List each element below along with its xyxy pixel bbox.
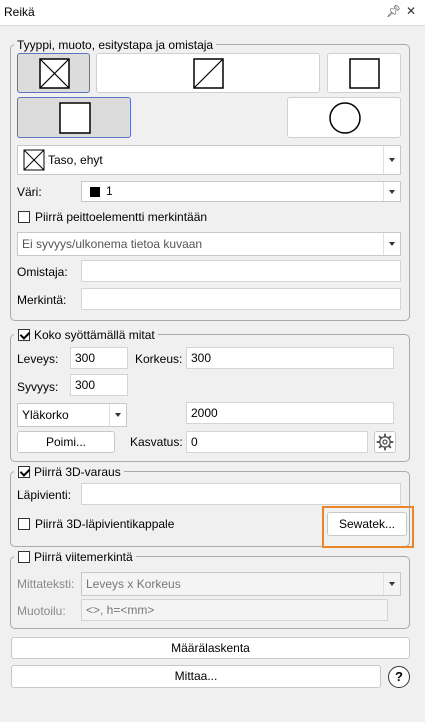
size-group-checkbox[interactable] [18,329,30,341]
depth-select[interactable]: Ei syvyys/ulkonema tietoa kuvaan [17,232,401,256]
penetration-input[interactable] [81,483,401,505]
reservation-group-checkbox[interactable] [18,466,30,478]
style-select[interactable]: Taso, ehyt [17,145,401,175]
measure-button[interactable]: Mittaa... [11,665,381,688]
dim-text-label: Mittateksti: [17,577,75,591]
chevron-down-icon[interactable] [383,182,400,201]
chevron-down-icon[interactable] [383,573,400,595]
shape-rect-cross-button[interactable] [17,53,90,93]
depth-select-value: Ei syvyys/ulkonema tietoa kuvaan [22,237,203,251]
help-button[interactable]: ? [388,666,410,688]
shape-circle-button[interactable] [287,97,401,138]
height-label: Korkeus: [135,352,183,366]
level-select-value: Yläkorko [22,408,69,422]
color-value: 1 [106,184,113,198]
dimension-group-legend: Piirrä viitemerkintä [14,550,136,564]
chevron-down-icon[interactable] [109,404,126,426]
circle-icon [329,102,361,134]
help-icon: ? [395,669,403,684]
shape-square-button[interactable] [17,97,131,138]
title-bar: Reikä 📌︎ ✕ [0,0,425,26]
marking-input[interactable] [81,288,401,310]
settings-button[interactable] [374,431,396,453]
draw-cover-checkbox[interactable] [18,211,30,223]
dim-text-value: Leveys x Korkeus [86,577,181,591]
dimension-group-checkbox[interactable] [18,551,30,563]
owner-input[interactable] [81,260,401,282]
window-title: Reikä [4,5,35,19]
close-icon[interactable]: ✕ [406,4,416,18]
rect-diagonal-icon [193,58,224,89]
pick-button[interactable]: Poimi... [17,431,115,453]
format-input[interactable]: <>, h=<mm> [81,599,388,621]
shape-rect-diagonal-button[interactable] [96,53,320,93]
pin-icon[interactable]: 📌︎ [386,4,401,18]
square-icon [59,102,91,134]
depth-input[interactable]: 300 [70,374,128,396]
color-select[interactable]: 1 [81,181,401,202]
rect-cross-small-icon [23,149,45,171]
reservation-group-legend: Piirrä 3D-varaus [14,465,124,479]
draw-piece-label: Piirrä 3D-läpivientikappale [35,517,175,531]
draw-cover-label: Piirrä peittoelementti merkintään [35,210,208,224]
owner-label: Omistaja: [17,265,68,279]
chevron-down-icon[interactable] [383,146,400,174]
sewatek-button[interactable]: Sewatek... [327,512,407,536]
type-group-legend: Tyyppi, muoto, esitystapa ja omistaja [14,38,217,52]
dim-text-select[interactable]: Leveys x Korkeus [81,572,401,596]
quantity-button[interactable]: Määrälaskenta [11,637,410,659]
width-input[interactable]: 300 [70,347,128,369]
width-label: Leveys: [17,352,59,366]
increment-input[interactable]: 0 [186,431,368,453]
penetration-label: Läpivienti: [17,488,72,502]
style-select-value: Taso, ehyt [48,153,103,167]
level-select[interactable]: Yläkorko [17,403,127,427]
depth-label: Syvyys: [17,380,59,394]
color-swatch [90,187,100,197]
color-label: Väri: [17,185,42,199]
level-input[interactable]: 2000 [186,402,394,424]
gear-icon [376,433,394,451]
size-group-legend: Koko syöttämällä mitat [14,328,158,342]
chevron-down-icon[interactable] [383,233,400,255]
height-input[interactable]: 300 [186,347,394,369]
shape-rect-button[interactable] [327,53,401,93]
format-label: Muotoilu: [17,604,66,618]
marking-label: Merkintä: [17,293,67,307]
increment-label: Kasvatus: [130,435,183,449]
draw-piece-checkbox[interactable] [18,518,30,530]
rect-icon [349,58,380,89]
rect-cross-icon [39,58,70,89]
